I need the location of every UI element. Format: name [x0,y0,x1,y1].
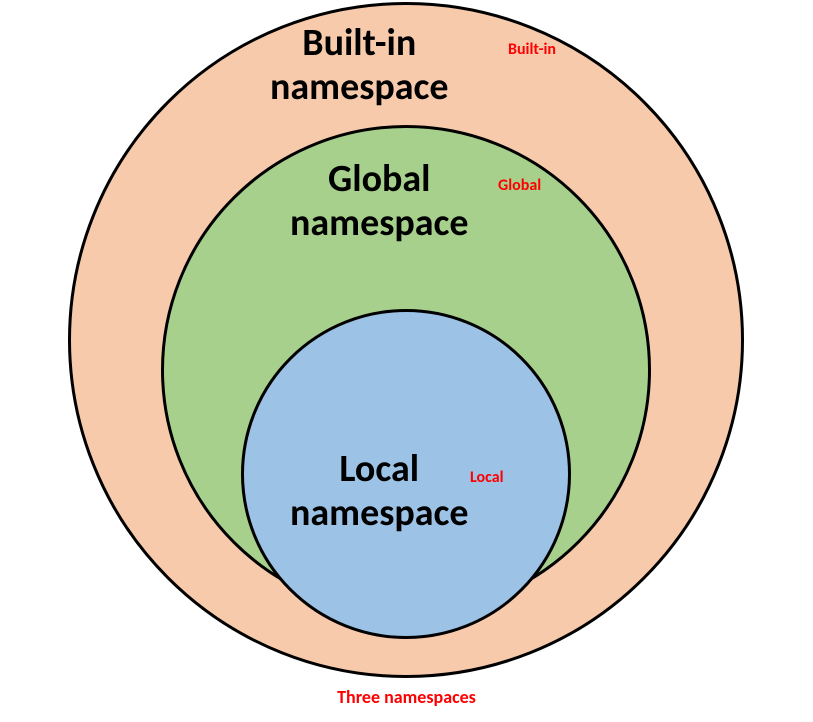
local-label-line2: namespace [290,492,469,536]
local-label-line1: Local [290,448,469,492]
builtin-label-line2: namespace [270,66,449,110]
builtin-label-line1: Built-in [270,22,449,66]
builtin-label: Built-in namespace [270,22,449,109]
global-annotation: Global [498,178,541,194]
global-label: Global namespace [290,158,469,245]
caption: Three namespaces [0,686,813,708]
builtin-annotation: Built-in [508,42,556,58]
local-label: Local namespace [290,448,469,535]
global-label-line2: namespace [290,202,469,246]
local-annotation: Local [470,470,504,486]
global-label-line1: Global [290,158,469,202]
